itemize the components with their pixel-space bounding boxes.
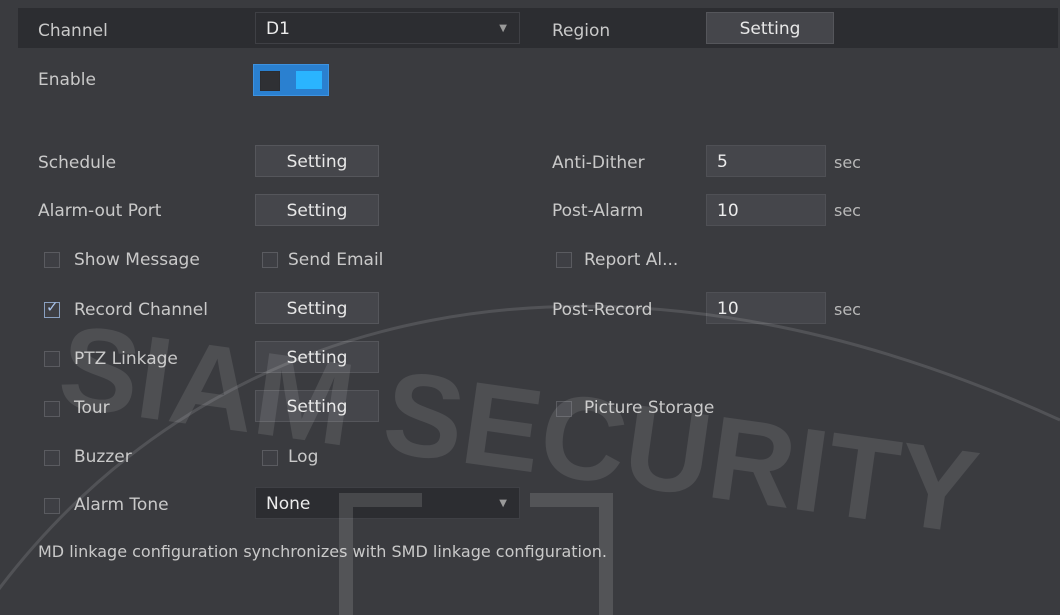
region-setting-button[interactable]: Setting <box>706 12 834 44</box>
tour-checkbox[interactable] <box>44 401 60 417</box>
tour-setting-button[interactable]: Setting <box>255 390 379 422</box>
chevron-down-icon: ▼ <box>499 498 507 509</box>
post-record-input[interactable]: 10 <box>706 292 826 324</box>
post-record-unit: sec <box>834 300 861 319</box>
picture-storage-label: Picture Storage <box>584 398 715 418</box>
region-label: Region <box>552 21 611 41</box>
record-channel-checkbox[interactable]: ✓ <box>44 298 60 318</box>
picture-storage-checkbox[interactable] <box>556 401 572 417</box>
toggle-knob <box>296 71 322 89</box>
buzzer-checkbox[interactable] <box>44 450 60 466</box>
post-record-label: Post-Record <box>552 300 653 320</box>
show-message-label: Show Message <box>74 250 200 270</box>
post-alarm-unit: sec <box>834 201 861 220</box>
alarm-tone-select-value: None <box>266 494 311 514</box>
enable-label: Enable <box>38 70 96 90</box>
tour-label: Tour <box>74 398 110 418</box>
alarm-tone-checkbox[interactable] <box>44 498 60 514</box>
alarm-tone-select[interactable]: None ▼ <box>255 487 520 519</box>
schedule-label: Schedule <box>38 153 117 173</box>
toggle-off-marker <box>260 71 280 91</box>
footer-note: MD linkage configuration synchronizes wi… <box>38 542 608 561</box>
ptz-linkage-label: PTZ Linkage <box>74 349 178 369</box>
send-email-checkbox[interactable] <box>262 252 278 268</box>
alarm-out-setting-button[interactable]: Setting <box>255 194 379 226</box>
motion-detect-linkage-panel: Channel D1 ▼ Region Setting Enable Sched… <box>0 0 1060 615</box>
report-alarm-label: Report Al... <box>584 250 679 270</box>
send-email-label: Send Email <box>288 250 384 270</box>
record-channel-setting-button[interactable]: Setting <box>255 292 379 324</box>
ptz-linkage-checkbox[interactable] <box>44 351 60 367</box>
chevron-down-icon: ▼ <box>499 23 507 34</box>
channel-select-value: D1 <box>266 19 290 39</box>
record-channel-label: Record Channel <box>74 300 208 320</box>
show-message-checkbox[interactable] <box>44 252 60 268</box>
channel-select[interactable]: D1 ▼ <box>255 12 520 44</box>
post-alarm-label: Post-Alarm <box>552 201 644 221</box>
schedule-setting-button[interactable]: Setting <box>255 145 379 177</box>
anti-dither-unit: sec <box>834 153 861 172</box>
channel-label: Channel <box>38 21 108 41</box>
alarm-tone-label: Alarm Tone <box>74 495 169 515</box>
report-alarm-checkbox[interactable] <box>556 252 572 268</box>
ptz-linkage-setting-button[interactable]: Setting <box>255 341 379 373</box>
buzzer-label: Buzzer <box>74 447 132 467</box>
anti-dither-label: Anti-Dither <box>552 153 645 173</box>
check-icon: ✓ <box>46 298 59 316</box>
log-checkbox[interactable] <box>262 450 278 466</box>
anti-dither-input[interactable]: 5 <box>706 145 826 177</box>
alarm-out-port-label: Alarm-out Port <box>38 201 162 221</box>
header-band <box>18 8 1058 48</box>
post-alarm-input[interactable]: 10 <box>706 194 826 226</box>
enable-toggle[interactable] <box>253 64 329 96</box>
log-label: Log <box>288 447 319 467</box>
